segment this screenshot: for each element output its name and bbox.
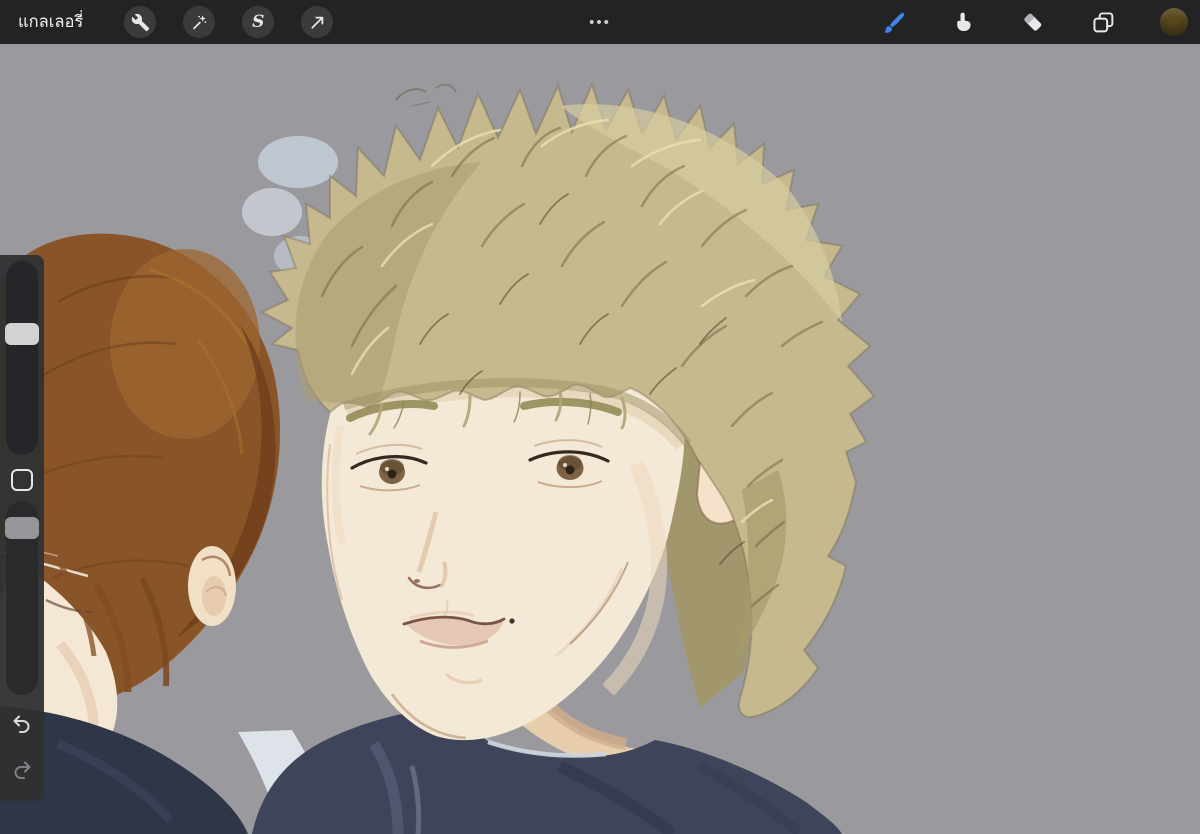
redo-button[interactable] <box>0 753 44 787</box>
toolbar-right-group <box>880 0 1200 44</box>
toolbar-left-group: แกลเลอรี่ S <box>0 0 334 44</box>
adjustments-button[interactable] <box>183 6 216 38</box>
eraser-tool-button[interactable] <box>1020 9 1046 35</box>
toolbar: แกลเลอรี่ S ••• <box>0 0 1200 44</box>
artwork-canvas[interactable] <box>0 44 1200 834</box>
smudge-tool-button[interactable] <box>950 9 976 35</box>
smudge-icon <box>957 12 971 31</box>
selection-button[interactable]: S <box>242 6 275 38</box>
redo-icon <box>14 761 31 779</box>
color-swatch[interactable] <box>1160 8 1188 36</box>
transform-arrow-icon <box>311 16 324 29</box>
sidebar <box>0 255 44 801</box>
magic-wand-icon <box>192 14 207 29</box>
undo-button[interactable] <box>0 707 44 741</box>
layers-icon <box>1092 11 1113 32</box>
modify-button[interactable] <box>0 465 44 495</box>
brush-size-slider[interactable] <box>5 261 39 455</box>
brush-size-handle[interactable] <box>5 323 39 345</box>
layers-button[interactable] <box>1090 9 1116 35</box>
opacity-slider[interactable] <box>5 501 39 695</box>
selection-s-icon: S <box>252 11 265 32</box>
paint-tool-button[interactable] <box>880 9 906 35</box>
eraser-icon <box>1024 13 1042 31</box>
left-character-ear <box>188 546 236 626</box>
transform-button[interactable] <box>301 6 334 38</box>
canvas-options-button[interactable]: ••• <box>589 14 611 31</box>
canvas[interactable] <box>0 44 1200 834</box>
procreate-window: แกลเลอรี่ S ••• <box>0 0 1200 834</box>
brush-icon <box>883 12 904 33</box>
actions-button[interactable] <box>124 6 157 38</box>
undo-icon <box>13 715 30 733</box>
wrench-icon <box>131 13 149 31</box>
square-icon <box>11 469 33 491</box>
gallery-button[interactable]: แกลเลอรี่ <box>18 9 83 35</box>
opacity-handle[interactable] <box>5 517 39 539</box>
